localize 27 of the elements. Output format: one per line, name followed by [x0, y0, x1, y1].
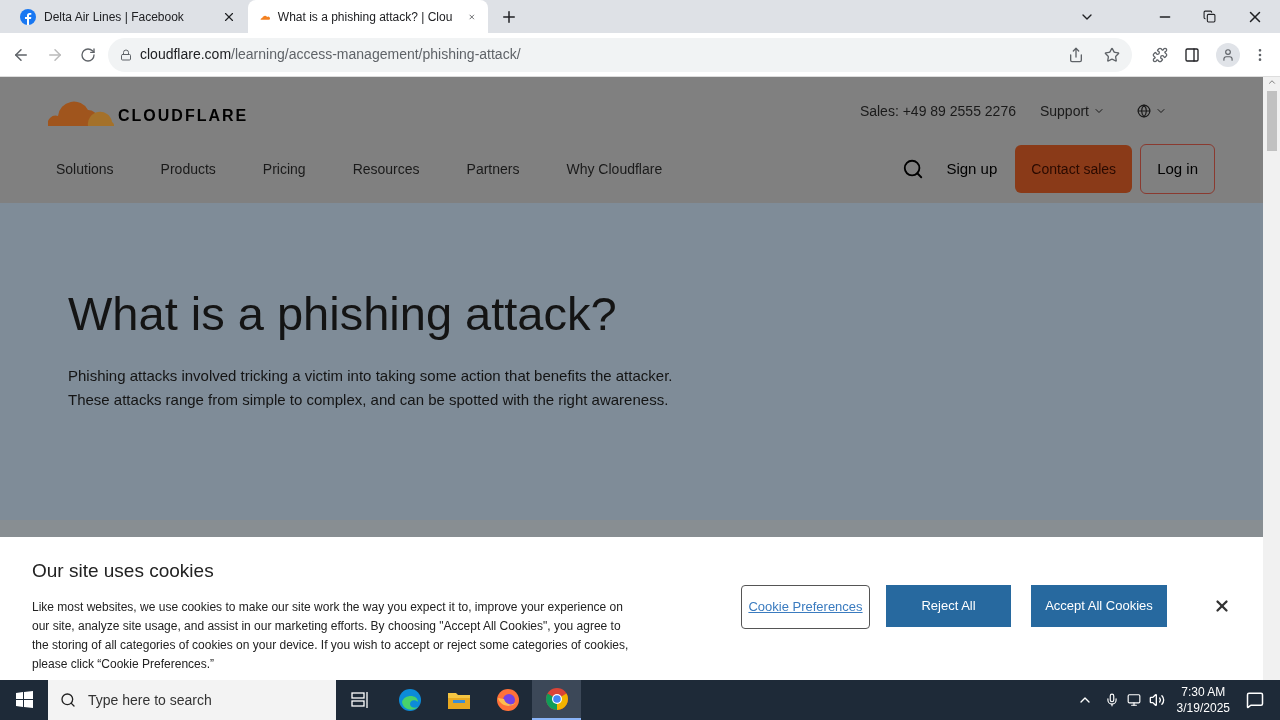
cookie-title: Our site uses cookies [32, 559, 215, 583]
logo-wordmark[interactable]: CLOUDFLARE [118, 104, 249, 128]
support-menu[interactable]: Support [1039, 100, 1105, 122]
nav-link[interactable]: Resources [352, 158, 420, 180]
reject-all-button[interactable]: Reject All [886, 585, 1011, 627]
page-title: What is a phishing attack? [68, 286, 618, 342]
nav-link[interactable]: Products [160, 158, 216, 180]
tab-title: What is a phishing attack? | Clou [277, 8, 453, 26]
browser-tab[interactable]: Delta Air Lines | Facebook [8, 0, 248, 33]
accept-all-button[interactable]: Accept All Cookies [1031, 585, 1167, 627]
sales-phone[interactable]: Sales: +49 89 2555 2276 [859, 100, 1016, 122]
browser-tab[interactable]: What is a phishing attack? | Clou [248, 0, 488, 33]
search-placeholder: Type here to search [88, 690, 212, 710]
address-bar[interactable]: cloudflare.com/learning/access-management/phishing-attack/ [108, 37, 1132, 72]
nav-link[interactable]: Partners [466, 158, 520, 180]
clock[interactable]: 7:30 AM 3/19/2025 [1176, 684, 1230, 716]
hero-description: Phishing attacks involved tricking a victim into taking some action that benefits the attacker. These attacks range from simple to complex, and can be spotted with the right awareness. [68, 365, 674, 410]
url-text: cloudflare.com/learning/access-management/phishing-attack/ [140, 45, 521, 64]
nav-link[interactable]: Pricing [262, 158, 306, 180]
tab-title: Delta Air Lines | Facebook [44, 8, 184, 26]
log-in-button[interactable]: Log in [1140, 144, 1215, 194]
cookie-text: Like most websites, we use cookies to make our site work the way you expect it to, improve your experience on our site, analyze site usage, and assist in our marketing efforts. By choosing "Accept All Cookies", you agree to the storing of all categories of cookies on your device. If you wish to accept or reject some categories of cookies, please click “Cookie Preferences.” [32, 598, 630, 674]
sign-up-link[interactable]: Sign up [946, 157, 998, 181]
taskbar-search-field[interactable]: Type here to search [48, 680, 336, 720]
cookie-preferences-button[interactable]: Cookie Preferences [741, 585, 870, 629]
nav-link[interactable]: Why Cloudflare [566, 158, 663, 180]
nav-link[interactable]: Solutions [56, 158, 114, 180]
